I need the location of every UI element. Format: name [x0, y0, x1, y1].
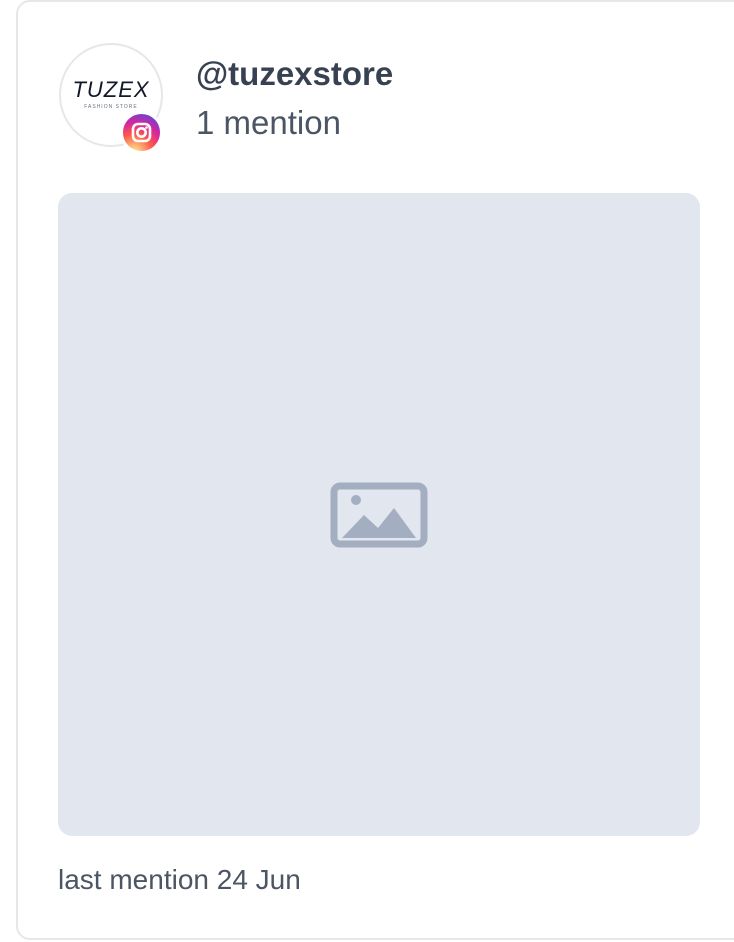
brand-logo-subtext: FASHION STORE — [84, 104, 138, 110]
media-placeholder[interactable] — [58, 193, 700, 836]
brand-logo-text: TUZEX — [72, 77, 150, 102]
instagram-icon — [120, 111, 163, 154]
mention-count: 1 mention — [196, 104, 341, 141]
last-mention-date: last mention 24 Jun — [58, 864, 301, 895]
account-handle[interactable]: @tuzexstore — [196, 55, 393, 93]
image-placeholder-icon — [330, 482, 428, 548]
avatar[interactable]: TUZEX FASHION STORE — [59, 43, 163, 154]
